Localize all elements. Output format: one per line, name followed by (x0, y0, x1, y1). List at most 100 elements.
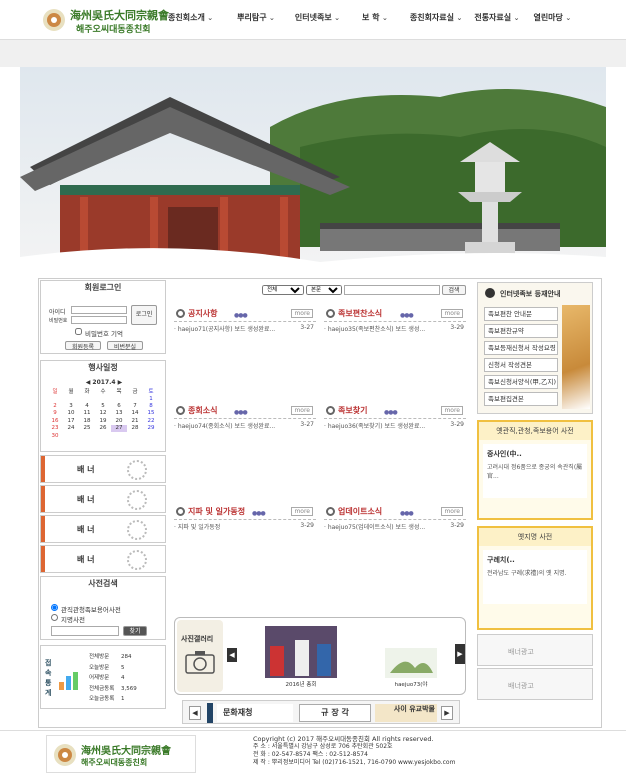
calendar-day[interactable]: 24 (63, 425, 79, 432)
calendar-day[interactable]: 21 (127, 417, 143, 424)
board-title[interactable]: 공지사항 (188, 308, 217, 319)
calendar-day[interactable]: 3 (63, 402, 79, 409)
nav-item-intro[interactable]: 종친회소개 (168, 12, 213, 23)
calendar-day[interactable]: 23 (47, 425, 63, 432)
dict-official-title[interactable]: 옛관직,관청,족보용어 사전 (479, 422, 591, 440)
calendar-day[interactable] (111, 395, 127, 402)
calendar-day[interactable]: 5 (95, 402, 111, 409)
search-scope-select[interactable]: 전체 (262, 285, 304, 295)
nav-item-bohak[interactable]: 보 학 (362, 12, 388, 23)
calendar-day[interactable] (95, 432, 111, 439)
calendar-day[interactable] (127, 395, 143, 402)
banner-2[interactable]: 배 너 (40, 485, 166, 513)
calendar-day[interactable] (127, 432, 143, 439)
calendar-day[interactable]: 16 (47, 417, 63, 424)
find-pw-button[interactable]: 비번분실 (107, 341, 143, 351)
more-button[interactable]: more (291, 406, 313, 415)
calendar-day[interactable]: 26 (95, 425, 111, 432)
logos-next-button[interactable]: ▶ (441, 706, 453, 720)
dict-place-title[interactable]: 옛지명 사전 (479, 528, 591, 546)
calendar-day[interactable]: 18 (79, 417, 95, 424)
guide-link-3[interactable]: 족보등재신청서 작성요령 (484, 341, 558, 355)
nav-item-archive[interactable]: 종친회자료실 (410, 12, 462, 23)
more-button[interactable]: more (291, 309, 313, 318)
calendar-day[interactable]: 11 (79, 410, 95, 417)
board-title[interactable]: 종회소식 (188, 405, 217, 416)
id-input[interactable] (71, 306, 127, 314)
logo-cha[interactable]: 문화재청 (217, 704, 293, 722)
pw-input[interactable] (71, 316, 127, 324)
guide-link-1[interactable]: 족보편찬 안내문 (484, 307, 558, 321)
ad-banner-1[interactable]: 배너광고 (477, 634, 593, 666)
calendar-day[interactable]: 25 (79, 425, 95, 432)
calendar-day[interactable]: 13 (111, 410, 127, 417)
calendar-day[interactable] (95, 395, 111, 402)
ad-banner-2[interactable]: 배너광고 (477, 668, 593, 700)
calendar-day[interactable]: 14 (127, 410, 143, 417)
calendar-day[interactable]: 17 (63, 417, 79, 424)
dict-radio-official[interactable] (51, 604, 58, 611)
nav-item-tradition[interactable]: 전통자료실 (474, 12, 519, 23)
calendar-day[interactable]: 1 (143, 395, 159, 402)
gallery-prev-button[interactable]: ◀ (227, 648, 237, 662)
calendar-day[interactable] (63, 395, 79, 402)
guide-link-5[interactable]: 족보신청서양식(甲,乙지) (484, 375, 558, 389)
nav-item-genealogy[interactable]: 인터넷족보 (295, 12, 340, 23)
more-button[interactable]: more (441, 406, 463, 415)
gallery-next-button[interactable]: ▶ (455, 644, 465, 664)
banner-1[interactable]: 배 너 (40, 455, 166, 483)
board-search-input[interactable] (344, 285, 440, 295)
board-item[interactable]: · 지파 및 일가동정 3-29 (174, 522, 316, 532)
join-button[interactable]: 회원등록 (65, 341, 101, 351)
dict-official-content[interactable]: 중사인(中.. 고려시대 정6품으로 종궁의 속관직(屬官... (483, 444, 587, 498)
calendar-day[interactable]: 2 (47, 402, 63, 409)
more-button[interactable]: more (291, 507, 313, 516)
logo-partial[interactable] (207, 703, 213, 723)
calendar-day[interactable]: 28 (127, 425, 143, 432)
board-title[interactable]: 족보찾기 (338, 405, 367, 416)
banner-4[interactable]: 배 너 (40, 545, 166, 573)
calendar-day[interactable]: 20 (111, 417, 127, 424)
gallery-photo-1[interactable] (265, 626, 337, 678)
board-title[interactable]: 지파 및 일가동정 (188, 506, 245, 517)
site-logo[interactable]: 海州吳氏大同宗親會 해주오씨대동종친회 (42, 6, 172, 36)
calendar-day[interactable] (79, 432, 95, 439)
gallery-title[interactable]: 사진갤러리 (181, 634, 213, 644)
dict-search-button[interactable]: 찾기 (123, 626, 147, 636)
gallery-photo-2[interactable] (385, 648, 437, 678)
calendar-day[interactable]: 9 (47, 410, 63, 417)
calendar-day[interactable]: 15 (143, 410, 159, 417)
board-title[interactable]: 업데이트소식 (338, 506, 382, 517)
search-field-select[interactable]: 본문 (306, 285, 342, 295)
calendar-day[interactable] (143, 432, 159, 439)
board-item[interactable]: · haejuo35(족보편찬소식) 보드 생성... 3-29 (324, 324, 466, 334)
guide-link-4[interactable]: 신청서 작성견본 (484, 358, 558, 372)
calendar-day[interactable]: 6 (111, 402, 127, 409)
dict-place-content[interactable]: 구례치(.. 전라남도 구례(求禮)의 옛 지명. (483, 550, 587, 604)
guide-link-6[interactable]: 족보편집견본 (484, 392, 558, 406)
calendar-day[interactable] (47, 395, 63, 402)
calendar-day[interactable] (79, 395, 95, 402)
dict-search-input[interactable] (51, 626, 119, 636)
calendar-day[interactable] (63, 432, 79, 439)
logos-prev-button[interactable]: ◀ (189, 706, 201, 720)
more-button[interactable]: more (441, 309, 463, 318)
nav-item-forum[interactable]: 열린마당 (533, 12, 571, 23)
calendar-day[interactable]: 4 (79, 402, 95, 409)
calendar-day[interactable]: 19 (95, 417, 111, 424)
guide-link-2[interactable]: 족보편찬규약 (484, 324, 558, 338)
board-item[interactable]: · haejuo75(업데이트소식) 보드 생성... 3-29 (324, 522, 466, 532)
calendar-day[interactable]: 29 (143, 425, 159, 432)
calendar-day[interactable]: 8 (143, 402, 159, 409)
calendar-day[interactable] (111, 432, 127, 439)
board-item[interactable]: · haejuo36(족보찾기) 보드 생성완료... 3-29 (324, 421, 466, 431)
login-button[interactable]: 로그인 (131, 305, 157, 325)
calendar-day[interactable]: 12 (95, 410, 111, 417)
calendar-day[interactable]: 27 (111, 424, 127, 432)
board-search-button[interactable]: 검색 (442, 285, 466, 295)
remember-checkbox[interactable] (75, 328, 82, 335)
board-title[interactable]: 족보편찬소식 (338, 308, 382, 319)
banner-3[interactable]: 배 너 (40, 515, 166, 543)
calendar-day[interactable]: 10 (63, 410, 79, 417)
board-item[interactable]: · haejuo74(종회소식) 보드 생성완료... 3-27 (174, 421, 316, 431)
